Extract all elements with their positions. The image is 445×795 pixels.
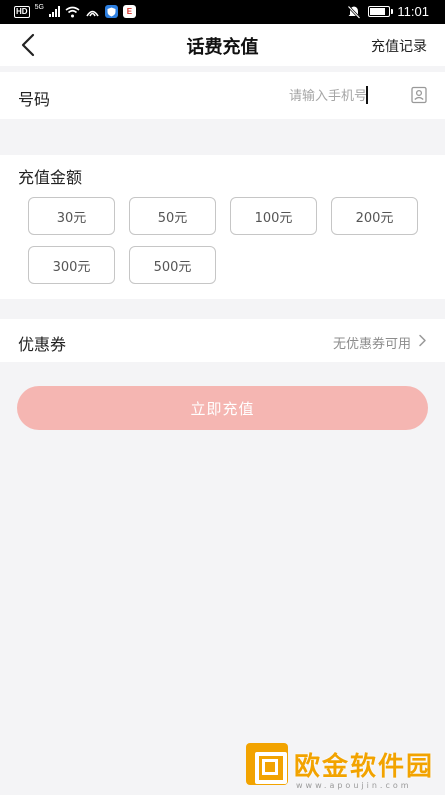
phone-row: 号码 [0,72,445,119]
battery-icon [368,6,394,17]
recharge-now-button[interactable]: 立即充值 [17,386,428,430]
chevron-right-icon [419,334,426,347]
amount-options: 30元 50元 100元 200元 300元 500元 [28,197,418,284]
mute-bell-icon [348,5,361,19]
battery-fill [370,8,386,15]
hd-badge: HD [14,5,30,18]
phone-input[interactable] [197,84,367,108]
status-right-icons: 11:01 [347,4,429,19]
amount-option-30[interactable]: 30元 [28,197,115,235]
coupon-label: 优惠券 [18,335,67,354]
phone-label: 号码 [18,90,51,109]
coupon-status: 无优惠券可用 [332,337,411,352]
nav-bar: 话费充值 充值记录 [0,24,445,66]
watermark-url: www.apoujin.com [296,781,412,790]
amount-option-50[interactable]: 50元 [129,197,216,235]
coupon-row[interactable]: 优惠券 无优惠券可用 [0,319,445,362]
watermark-logo-icon [246,743,288,785]
recharge-records-link[interactable]: 充值记录 [371,36,427,56]
amount-option-300[interactable]: 300元 [28,246,115,284]
watermark-brand: 欧金软件园 [294,752,435,782]
app-shield-icon [104,5,118,18]
status-left-icons: HD 5G E [14,4,136,18]
amount-option-200[interactable]: 200元 [331,197,418,235]
amount-label: 充值金额 [18,168,83,187]
clock: 11:01 [397,4,429,19]
signal-icon [48,6,60,17]
status-bar: HD 5G E 11:01 [0,0,445,24]
wifi-icon [65,6,80,17]
amount-option-500[interactable]: 500元 [129,246,216,284]
amount-option-100[interactable]: 100元 [230,197,317,235]
contact-picker-button[interactable] [410,86,428,104]
amount-section: 充值金额 30元 50元 100元 200元 300元 500元 [0,155,445,299]
watermark: 欧金软件园 www.apoujin.com [246,743,442,793]
text-cursor [366,86,368,104]
app-badge-icon: E [122,5,136,18]
hotspot-icon [86,10,99,16]
contact-book-icon [411,86,427,104]
network-type-label: 5G [34,4,44,11]
